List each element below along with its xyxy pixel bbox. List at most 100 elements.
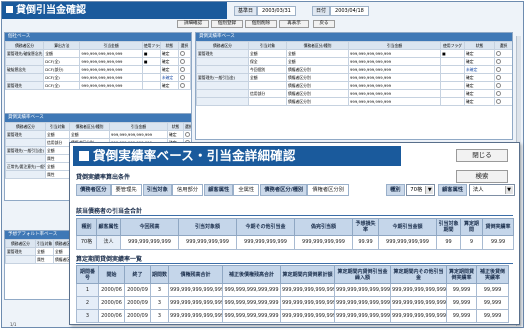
select-radio[interactable] xyxy=(496,99,501,104)
table-row: 信用部分債権者区分別999,999,999,999,999 確定 xyxy=(196,89,512,98)
kind-select[interactable]: 70格 ▼ xyxy=(406,184,436,196)
company-base-panel-title: 個社ベース xyxy=(5,33,191,41)
table-cell: 要管理先(一般引当金) xyxy=(5,146,46,155)
chevron-down-icon[interactable]: ▼ xyxy=(504,186,513,194)
table-cell: ■ xyxy=(141,49,161,58)
table-row: 要管理先(一般引当金)全額債権者区分別999,999,999,999,999 確定 xyxy=(196,73,512,82)
select-radio[interactable] xyxy=(179,51,185,56)
table-cell: 999,999,999,999,999 xyxy=(334,296,391,310)
table-cell: 99,999 xyxy=(476,309,509,323)
table-cell: 9 xyxy=(460,235,483,250)
table-row: 2 2000/06 2000/09 3 999,999,999,999,999 … xyxy=(76,296,509,310)
column-header: 使用フラグ xyxy=(141,41,161,50)
customer-attribute-select[interactable]: 法人 ▼ xyxy=(468,184,515,196)
select-radio-cell[interactable] xyxy=(494,49,512,58)
condition-value: 全属性 xyxy=(233,184,260,196)
select-radio-cell[interactable] xyxy=(177,65,191,74)
column-header: 選択 xyxy=(183,122,192,131)
table-cell: 999,999,999,999,999 xyxy=(280,296,335,310)
table-cell: 確定 xyxy=(159,65,179,74)
table-cell: 全額 xyxy=(248,49,287,58)
select-radio-cell[interactable] xyxy=(494,89,512,98)
detail-dialog: 貸倒実績率ベース・引当金詳細確認 閉じる 検索 貸倒実績率算出条件 債務者区分要… xyxy=(69,142,520,325)
select-radio-cell[interactable] xyxy=(183,130,191,139)
select-radio[interactable] xyxy=(496,51,501,56)
select-radio-cell[interactable] xyxy=(494,73,512,82)
table-cell xyxy=(5,57,45,66)
search-button[interactable]: 検索 xyxy=(456,170,508,183)
column-header: 引当金額 xyxy=(348,41,441,50)
select-radio-cell[interactable] xyxy=(494,57,512,66)
table-cell: 999,999,999,999,999 xyxy=(168,296,223,310)
select-radio[interactable] xyxy=(496,83,501,88)
column-header: 期間番号 xyxy=(76,265,99,284)
select-radio[interactable] xyxy=(179,67,185,72)
select-radio-cell[interactable] xyxy=(494,97,512,106)
redisplay-button[interactable]: 再表示 xyxy=(279,20,309,28)
select-radio-cell[interactable] xyxy=(494,81,512,90)
table-cell xyxy=(5,255,36,264)
column-header: 債権残高合計 xyxy=(168,265,223,284)
column-header: 貸倒実績率 xyxy=(482,218,514,236)
table-cell: 99,999 xyxy=(446,296,477,310)
select-radio-cell[interactable] xyxy=(177,57,191,66)
table-cell: 999,999,999,999,999 xyxy=(390,309,447,323)
select-radio-cell[interactable] xyxy=(177,73,191,82)
select-radio[interactable] xyxy=(496,91,501,96)
select-radio[interactable] xyxy=(185,132,190,137)
table-cell xyxy=(196,81,249,90)
loss-rate-base-right-table: 債務者区分 引当対象 債務者区分/種別 引当金額 使用フラグ 状態 選択 要管理… xyxy=(196,41,512,106)
chevron-down-icon[interactable]: ▼ xyxy=(425,186,434,194)
table-cell: 確定 xyxy=(159,49,179,58)
column-header: 算定期間内貸倒累計額 xyxy=(280,265,335,284)
column-header: 引当対象 xyxy=(248,41,287,50)
table-cell xyxy=(440,89,465,98)
table-cell: 999,999,999,999,999 xyxy=(334,309,391,323)
select-radio-cell[interactable] xyxy=(494,65,512,74)
table-cell: 債権者区分別 xyxy=(286,89,349,98)
table-row: 債権者区分別 999,999,999,999,999 確定 xyxy=(196,97,512,106)
date-label: 日付 xyxy=(312,6,331,16)
table-cell: 999,999,999,999,999 xyxy=(348,49,441,58)
select-radio-cell[interactable] xyxy=(177,81,191,90)
default-rate-base-panel: 予想デフォルト率ベース 債務者区分 引当対象 債務者区分/種別 要管理先全額全額… xyxy=(4,230,70,300)
table-row: 保全 全額 999,999,999,999,999 確定 xyxy=(196,57,512,66)
kind-select-value: 70格 xyxy=(410,187,423,193)
table-cell: 属性 xyxy=(45,170,70,179)
select-radio[interactable] xyxy=(496,67,501,72)
table-cell: 全額 xyxy=(43,49,81,58)
condition-label: 顧客属性 xyxy=(204,184,234,196)
table-cell: 保全 xyxy=(248,57,287,66)
table-cell: 全額 xyxy=(286,57,349,66)
individual-register-button[interactable]: 個別登録 xyxy=(211,20,243,28)
table-cell: DCF(部分) xyxy=(43,65,81,74)
table-cell: 999,999,999,999 xyxy=(294,235,353,250)
table-cell: 3 xyxy=(150,296,169,310)
table-cell: 確定 xyxy=(159,81,179,90)
condition-value: 要管理先 xyxy=(110,184,142,196)
select-radio[interactable] xyxy=(496,75,501,80)
table-cell: 確定 xyxy=(464,49,495,58)
select-radio-cell[interactable] xyxy=(177,49,191,58)
column-header: 予想損失率 xyxy=(352,218,379,236)
select-radio[interactable] xyxy=(179,75,185,80)
table-cell: ■ xyxy=(141,57,161,66)
column-header: 終了 xyxy=(124,265,151,284)
column-header: 債務者区分/種別 xyxy=(286,41,349,50)
select-radio[interactable] xyxy=(179,59,185,64)
table-cell: 属性 xyxy=(45,154,70,163)
table-cell: 999,999,999,999 xyxy=(378,235,437,250)
table-header-row: 債務者区分 引当対象 債務者区分/種別 引当金額 使用フラグ 状態 選択 xyxy=(196,41,512,50)
back-button[interactable]: 戻る xyxy=(313,20,335,28)
individual-delete-button[interactable]: 個別削除 xyxy=(245,20,277,28)
select-radio[interactable] xyxy=(496,59,501,64)
table-cell: 3 xyxy=(150,283,169,297)
column-header: 選択 xyxy=(177,41,191,50)
detail-check-button[interactable]: 詳細確認 xyxy=(177,20,209,28)
table-cell xyxy=(196,65,249,74)
select-radio[interactable] xyxy=(179,83,185,88)
column-header: 選択 xyxy=(494,41,512,50)
column-header: 引当金額 xyxy=(109,122,168,131)
close-button[interactable]: 閉じる xyxy=(456,149,508,162)
column-header: 引当対象 xyxy=(45,122,70,131)
